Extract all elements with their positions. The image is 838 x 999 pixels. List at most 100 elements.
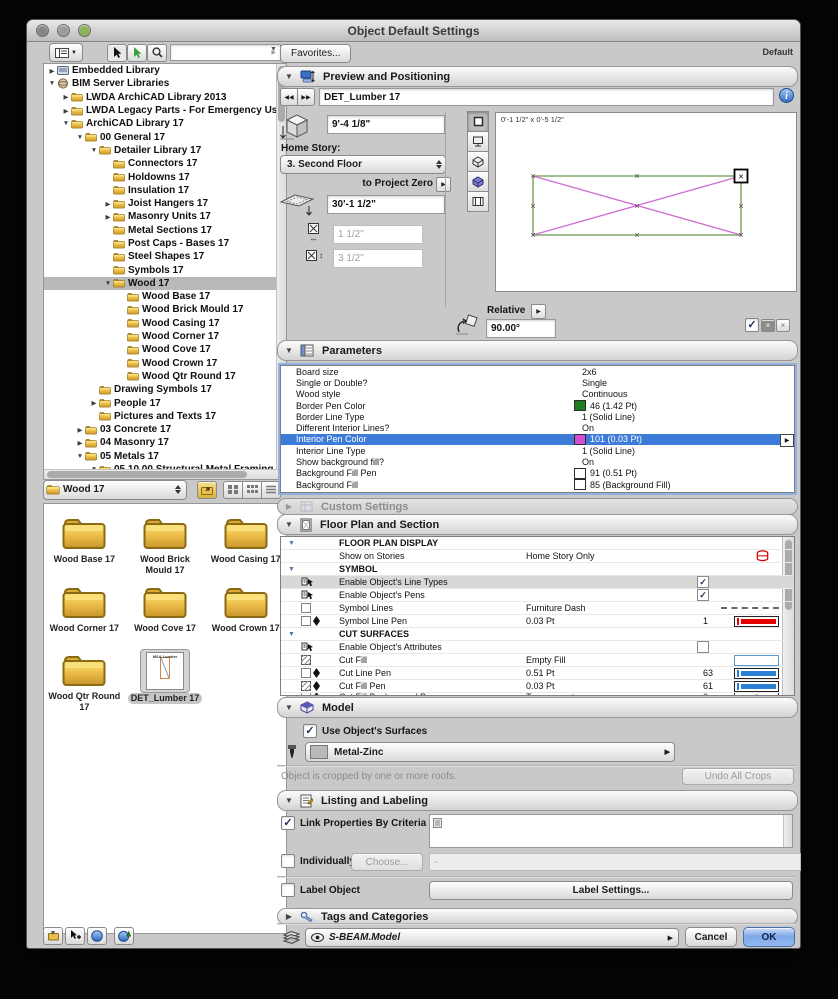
previous-object-button[interactable]: ◀◀ <box>280 88 298 106</box>
minimize-button[interactable] <box>57 24 70 37</box>
library-browser-item[interactable]: Wood Brick Mould 17 <box>125 512 206 577</box>
layer-dropdown[interactable]: S-BEAM.Model ▶ <box>305 928 679 947</box>
parameter-value[interactable]: 2x6 <box>574 367 597 377</box>
pen-preview-swatch[interactable] <box>734 654 779 666</box>
project-zero-flyout-button[interactable]: ▶ <box>436 177 451 192</box>
large-icons-view-button[interactable] <box>223 480 243 499</box>
3d-wireframe-view-button[interactable] <box>467 151 489 172</box>
add-item-button[interactable] <box>65 926 85 945</box>
expand-triangle-icon[interactable]: ▶ <box>47 67 57 75</box>
individually-checkbox[interactable] <box>281 854 295 868</box>
parameter-value[interactable]: On <box>574 457 594 467</box>
ok-button[interactable]: OK <box>743 927 795 947</box>
parameter-row[interactable]: Border Line Type 1 (Solid Line) <box>281 411 794 422</box>
floor-plan-group-row[interactable]: ▼ SYMBOL <box>281 563 794 576</box>
pen-preview-swatch[interactable]: ∅ <box>734 693 779 695</box>
criteria-listbox[interactable] <box>429 814 793 848</box>
setting-value[interactable]: 0.03 Pt <box>526 681 555 691</box>
rotation-angle-field[interactable]: 90.00° <box>486 319 556 338</box>
expand-triangle-icon[interactable]: ▶ <box>75 426 85 434</box>
parameter-value[interactable]: 46 (1.42 Pt) <box>574 400 637 412</box>
checked-checkbox[interactable]: ✓ <box>697 576 709 588</box>
section-header-parameters[interactable]: ▼ Parameters <box>277 340 798 361</box>
section-header-model[interactable]: ▼ Model <box>277 697 798 718</box>
section-header-custom-settings[interactable]: ▶ Custom Settings <box>277 498 798 515</box>
small-icons-view-button[interactable] <box>242 480 262 499</box>
home-story-select[interactable]: 3. Second Floor <box>280 155 446 174</box>
tree-item[interactable]: Insulation 17 <box>44 184 286 197</box>
collapse-triangle-icon[interactable]: ▼ <box>278 72 300 81</box>
tree-item[interactable]: Wood Brick Mould 17 <box>44 303 286 316</box>
unchecked-checkbox[interactable] <box>697 641 709 653</box>
setting-value[interactable]: Furniture Dash <box>526 603 586 613</box>
close-button[interactable] <box>36 24 49 37</box>
library-browser-item[interactable]: Wood Cove 17 <box>125 581 206 645</box>
library-globe-button[interactable] <box>87 926 107 945</box>
tree-item[interactable]: ▶ Masonry Units 17 <box>44 210 286 223</box>
tree-item[interactable]: Symbols 17 <box>44 263 286 276</box>
surface-dropdown[interactable]: Metal-Zinc ▶ <box>305 742 675 762</box>
parameter-value[interactable]: Single <box>574 378 607 388</box>
tree-item[interactable]: ▼ 05 Metals 17 <box>44 450 286 463</box>
collapse-triangle-icon[interactable]: ▼ <box>61 120 71 127</box>
parameter-value[interactable]: 91 (0.51 Pt) <box>574 467 637 479</box>
expand-triangle-icon[interactable]: ▶ <box>278 502 300 511</box>
tree-item[interactable]: Pictures and Texts 17 <box>44 410 286 423</box>
tree-item[interactable]: ▶ Embedded Library <box>44 64 286 77</box>
search-toggle[interactable] <box>147 43 167 62</box>
collapse-triangle-icon[interactable]: ▼ <box>288 631 295 638</box>
current-folder-dropdown[interactable]: Wood 17 <box>43 479 187 500</box>
floor-plan-setting-row[interactable]: Cut Line Pen 0.51 Pt 63 <box>281 667 794 680</box>
pen-preview-swatch[interactable] <box>734 680 779 692</box>
panel-view-menu-button[interactable]: ▼ <box>49 43 83 62</box>
new-folder-button[interactable] <box>43 926 63 945</box>
checked-checkbox[interactable]: ✓ <box>697 589 709 601</box>
tree-item[interactable]: Wood Cove 17 <box>44 343 286 356</box>
setting-value[interactable]: 0.51 Pt <box>526 668 555 678</box>
expand-triangle-icon[interactable]: ▶ <box>61 107 71 115</box>
floor-plan-group-row[interactable]: ▼ CUT SURFACES <box>281 628 794 641</box>
link-properties-checkbox[interactable]: ✓ <box>281 816 295 830</box>
floor-plan-setting-row[interactable]: Enable Object's Attributes <box>281 641 794 654</box>
splitter-collapse-icon[interactable]: ▼ <box>270 46 277 53</box>
expand-triangle-icon[interactable]: ▶ <box>103 213 113 221</box>
library-browser-item[interactable]: Wood Casing 17 <box>205 512 286 577</box>
collapse-triangle-icon[interactable]: ▼ <box>278 796 300 805</box>
library-browser-item[interactable]: MSA Lumber DET_Lumber 17 <box>125 648 206 714</box>
setting-value[interactable]: Transparent <box>526 693 574 695</box>
section-view-button[interactable] <box>467 191 489 212</box>
parameter-row[interactable]: Background Fill Pen 91 (0.51 Pt) <box>281 467 794 479</box>
parameter-row[interactable]: Background Fill 85 (Background Fill) <box>281 479 794 491</box>
expand-triangle-icon[interactable]: ▶ <box>89 399 99 407</box>
tree-item[interactable]: ▼ ArchiCAD Library 17 <box>44 117 286 130</box>
pen-preview-swatch[interactable] <box>734 667 779 679</box>
tree-item[interactable]: ▼ 00 General 17 <box>44 130 286 143</box>
tree-item[interactable]: Post Caps - Bases 17 <box>44 237 286 250</box>
tree-item[interactable]: ▶ Joist Hangers 17 <box>44 197 286 210</box>
tree-item[interactable]: ▶ 03 Concrete 17 <box>44 423 286 436</box>
zoom-button[interactable] <box>78 24 91 37</box>
library-browser-item[interactable]: Wood Base 17 <box>44 512 125 577</box>
parameter-row[interactable]: Wood style Continuous <box>281 389 794 400</box>
parameter-row[interactable]: Show background fill? On <box>281 456 794 467</box>
use-surfaces-checkbox[interactable]: ✓ <box>303 724 317 738</box>
parameter-row[interactable]: Board size 2x6 <box>281 366 794 377</box>
library-browser-item[interactable]: Wood Crown 17 <box>205 581 286 645</box>
library-browser-item[interactable]: Wood Corner 17 <box>44 581 125 645</box>
setting-value[interactable]: Home Story Only <box>526 551 595 561</box>
hotspot-toggle-b-button[interactable]: × <box>776 319 790 332</box>
parameter-row[interactable]: Interior Pen Color 101 (0.03 Pt) ▶ <box>281 433 794 447</box>
tree-item[interactable]: ▼ Detailer Library 17 <box>44 144 286 157</box>
elevation-view-button[interactable] <box>467 131 489 152</box>
parameter-row[interactable]: Different Interior Lines? On <box>281 422 794 433</box>
info-icon[interactable]: i <box>779 88 794 105</box>
tree-item[interactable]: ▶ People 17 <box>44 396 286 409</box>
expand-triangle-icon[interactable]: ▶ <box>278 912 300 921</box>
floor-plan-setting-row[interactable]: Cut Fill Empty Fill <box>281 654 794 667</box>
tree-item[interactable]: Holdowns 17 <box>44 170 286 183</box>
collapse-triangle-icon[interactable]: ▼ <box>75 453 85 460</box>
tree-item[interactable]: Drawing Symbols 17 <box>44 383 286 396</box>
floor-plan-setting-row[interactable]: Symbol Line Pen 0.03 Pt 1 <box>281 615 794 628</box>
object-height-field[interactable]: 9'-4 1/8" <box>327 115 445 134</box>
undo-all-crops-button[interactable]: Undo All Crops <box>682 768 794 785</box>
